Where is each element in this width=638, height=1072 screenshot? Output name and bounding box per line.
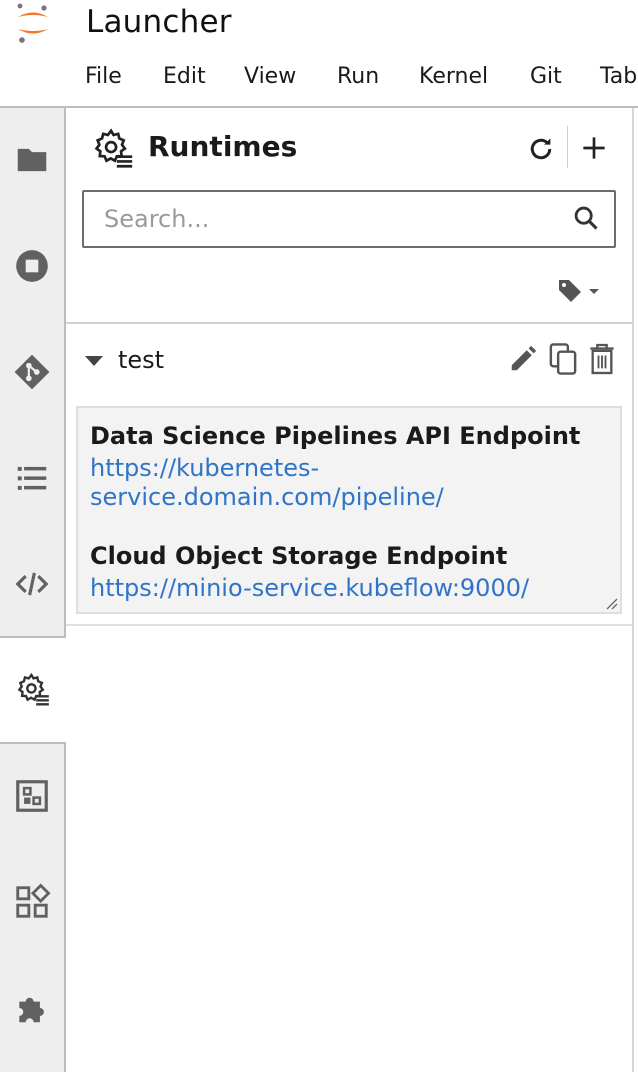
- menu-git[interactable]: Git: [530, 64, 562, 89]
- search-icon[interactable]: [572, 204, 600, 232]
- app-title: Launcher: [86, 4, 232, 40]
- sidebar-item-code-snippets[interactable]: [0, 532, 64, 636]
- sidebar-item-runtime-images[interactable]: [0, 744, 64, 848]
- runtime-images-icon: [16, 780, 48, 812]
- menu-kernel[interactable]: Kernel: [419, 64, 488, 89]
- runtimes-gear-icon: [17, 672, 49, 706]
- git-icon: [14, 354, 50, 390]
- sidebar-item-component-catalogs[interactable]: [0, 850, 64, 954]
- menu-bar: File Edit View Run Kernel Git Tab: [0, 64, 638, 100]
- component-catalog-icon: [16, 883, 51, 918]
- sidebar-item-toc[interactable]: [0, 426, 64, 530]
- menu-file[interactable]: File: [85, 64, 122, 89]
- menu-edit[interactable]: Edit: [163, 64, 206, 89]
- refresh-icon[interactable]: [526, 134, 556, 164]
- list-icon: [17, 466, 47, 490]
- search-input[interactable]: [102, 202, 546, 236]
- top-bar: Launcher File Edit View Run Kernel Git T…: [0, 0, 638, 106]
- sidebar-item-running[interactable]: [0, 214, 64, 318]
- detail-label-cos-endpoint: Cloud Object Storage Endpoint: [90, 542, 508, 570]
- menu-run[interactable]: Run: [337, 64, 379, 89]
- runtime-name[interactable]: test: [118, 346, 164, 374]
- tag-filter-dropdown-icon[interactable]: [556, 276, 606, 306]
- runtimes-panel: Runtimes test Data Science Pipelines API…: [66, 108, 632, 1072]
- toolbar-separator: [567, 126, 568, 168]
- detail-link-api-endpoint[interactable]: https://kubernetes-service.domain.com/pi…: [90, 454, 590, 512]
- delete-icon[interactable]: [588, 342, 616, 376]
- runtime-details: Data Science Pipelines API Endpoint http…: [76, 406, 622, 614]
- menu-tabs[interactable]: Tab: [600, 64, 637, 89]
- detail-link-cos-endpoint[interactable]: https://minio-service.kubeflow:9000/: [90, 574, 590, 603]
- resize-grip-icon[interactable]: [602, 594, 618, 610]
- sidebar-item-file-browser[interactable]: [0, 108, 64, 212]
- panel-border: [632, 108, 634, 1072]
- puzzle-icon: [19, 997, 44, 1023]
- runtime-item-header[interactable]: test: [66, 334, 632, 390]
- folder-icon: [17, 148, 47, 172]
- list-divider: [66, 322, 632, 324]
- duplicate-icon[interactable]: [548, 342, 578, 376]
- code-icon: [15, 572, 49, 596]
- add-runtime-button[interactable]: [578, 130, 610, 166]
- menu-view[interactable]: View: [244, 64, 296, 89]
- sidebar-item-runtimes[interactable]: [0, 636, 66, 744]
- search-box: [82, 190, 616, 248]
- jupyter-logo-icon: [17, 3, 48, 43]
- item-divider: [66, 624, 632, 626]
- sidebar-item-extensions[interactable]: [0, 956, 64, 1060]
- activity-sidebar: [0, 108, 66, 1072]
- stop-circle-icon: [16, 250, 48, 282]
- panel-title: Runtimes: [148, 130, 298, 163]
- caret-down-icon[interactable]: [84, 354, 104, 368]
- edit-icon[interactable]: [508, 344, 538, 374]
- sidebar-item-git[interactable]: [0, 320, 64, 424]
- detail-label-api-endpoint: Data Science Pipelines API Endpoint: [90, 422, 581, 450]
- runtimes-gear-icon: [94, 128, 133, 168]
